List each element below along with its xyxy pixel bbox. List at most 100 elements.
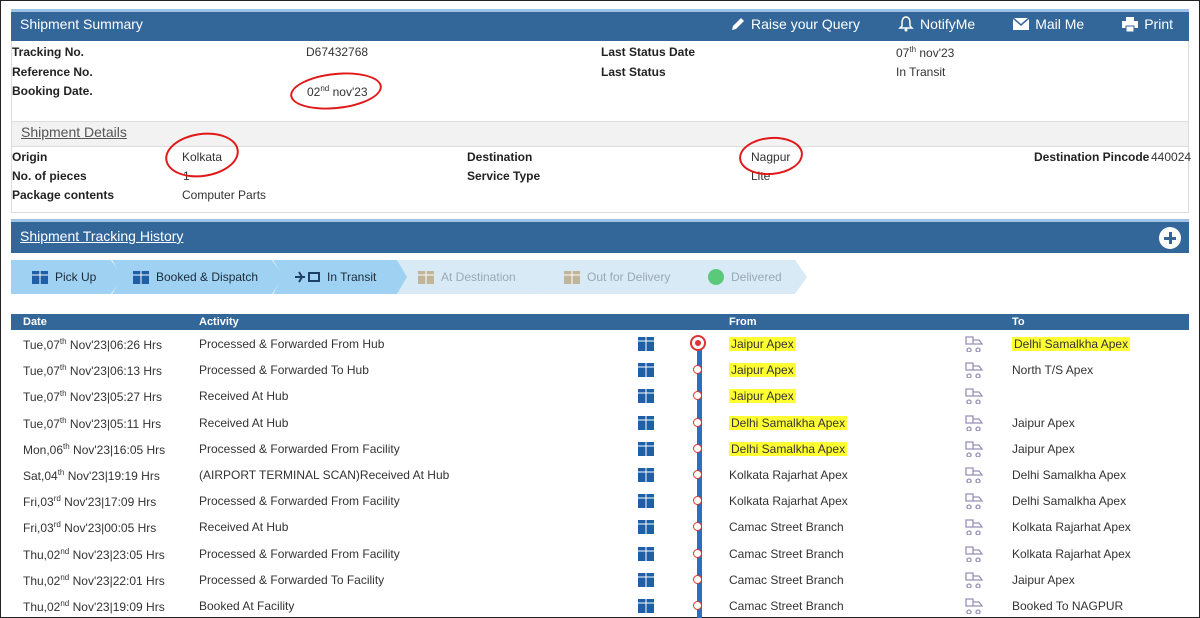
table-row: Thu,02nd Nov'23|19:09 Hrs Booked At Facil… xyxy=(11,592,1189,618)
col-date: Date xyxy=(23,316,47,328)
row-date: Sat,04th Nov'23|19:19 Hrs xyxy=(23,468,160,483)
step-pick-up: Pick Up xyxy=(11,260,123,294)
step-label: Booked & Dispatch xyxy=(156,270,259,284)
route-icon xyxy=(965,598,984,614)
route-icon xyxy=(965,388,984,405)
route-icon xyxy=(965,414,984,431)
row-from: Camac Street Branch xyxy=(729,599,844,613)
route-icon xyxy=(965,493,984,510)
row-to: Kolkata Rajarhat Apex xyxy=(1012,546,1131,561)
row-date: Tue,07th Nov'23|06:26 Hrs xyxy=(23,337,163,352)
package-icon xyxy=(638,389,654,404)
shipment-summary-header: Shipment Summary Raise your Query Notify… xyxy=(11,9,1189,41)
route-icon xyxy=(965,467,984,483)
row-to: Kolkata Rajarhat Apex xyxy=(1012,520,1131,535)
pencil-icon xyxy=(732,18,745,30)
step-label: In Transit xyxy=(327,270,377,284)
row-date: Mon,06th Nov'23|16:05 Hrs xyxy=(23,441,166,457)
row-to: Delhi Samalkha Apex xyxy=(1012,494,1127,509)
destination-label: Destination xyxy=(467,150,533,164)
timeline-dot xyxy=(693,470,702,479)
package-icon xyxy=(638,363,654,378)
package-icon xyxy=(638,546,654,561)
package-icon xyxy=(638,494,654,509)
row-activity: Processed & Forwarded To Facility xyxy=(199,572,385,587)
table-row: Fri,03rd Nov'23|17:09 Hrs Processed & For… xyxy=(11,487,1189,513)
row-to: Jaipur Apex xyxy=(1012,441,1075,456)
timeline-dot xyxy=(693,548,702,558)
route-icon xyxy=(965,362,984,379)
package-icon xyxy=(638,572,654,587)
pieces-label: No. of pieces xyxy=(12,169,87,183)
pincode-value: 440024 xyxy=(1151,150,1192,164)
truck-icon xyxy=(564,271,580,284)
summary-title: Shipment Summary xyxy=(20,16,143,32)
mail-icon xyxy=(1013,18,1030,30)
mail-me-label: Mail Me xyxy=(1035,16,1085,32)
expand-plus-icon[interactable] xyxy=(1159,227,1181,249)
step-out-for-delivery: Out for Delivery xyxy=(543,260,699,294)
row-from: Delhi Samalkha Apex xyxy=(729,441,848,456)
print-label: Print xyxy=(1144,16,1173,32)
last-status-date-value: 07th nov'23 xyxy=(896,45,955,60)
step-label: Delivered xyxy=(731,270,782,284)
row-to: North T/S Apex xyxy=(1012,363,1094,378)
row-from: Jaipur Apex xyxy=(729,363,796,378)
tracking-history-title[interactable]: Shipment Tracking History xyxy=(20,228,183,244)
contents-label: Package contents xyxy=(12,188,115,202)
row-date: Tue,07th Nov'23|05:27 Hrs xyxy=(23,389,163,405)
row-from: Delhi Samalkha Apex xyxy=(729,415,848,430)
timeline-dot xyxy=(690,335,706,351)
timeline-dot xyxy=(693,417,702,427)
print-button[interactable]: Print xyxy=(1122,16,1173,32)
box-icon xyxy=(133,271,149,284)
row-date: Fri,03rd Nov'23|17:09 Hrs xyxy=(23,494,157,510)
step-in-transit: In Transit xyxy=(273,260,409,294)
row-from: Jaipur Apex xyxy=(729,389,796,404)
package-icon xyxy=(638,415,654,430)
tracking-history-header: Shipment Tracking History xyxy=(11,219,1189,253)
step-delivered: Delivered xyxy=(687,260,807,294)
delivered-check-icon xyxy=(708,269,724,285)
notify-me-button[interactable]: NotifyMe xyxy=(898,16,975,32)
step-label: Out for Delivery xyxy=(587,270,671,284)
mail-me-button[interactable]: Mail Me xyxy=(1013,16,1084,32)
history-table-header: Date Activity From To xyxy=(11,314,1189,330)
col-to: To xyxy=(1012,316,1025,328)
table-row: Mon,06th Nov'23|16:05 Hrs Processed & For… xyxy=(11,435,1189,461)
origin-label: Origin xyxy=(12,150,48,164)
table-row: Tue,07th Nov'23|06:26 Hrs Processed & For… xyxy=(11,330,1189,356)
row-to: Delhi Samalkha Apex xyxy=(1012,468,1127,482)
contents-value: Computer Parts xyxy=(182,188,267,202)
col-activity: Activity xyxy=(199,316,239,328)
bell-icon xyxy=(898,16,914,32)
row-from: Kolkata Rajarhat Apex xyxy=(729,494,848,509)
timeline-dot xyxy=(693,496,702,506)
row-from: Camac Street Branch xyxy=(729,546,844,561)
package-icon xyxy=(638,520,654,535)
table-row: Fri,03rd Nov'23|00:05 Hrs Received At Hub… xyxy=(11,513,1189,539)
route-icon xyxy=(965,545,984,562)
row-to: Booked To NAGPUR xyxy=(1012,599,1124,613)
row-from: Camac Street Branch xyxy=(729,520,844,535)
timeline-dot xyxy=(693,365,702,375)
table-row: Sat,04th Nov'23|19:19 Hrs (AIRPORT TERMIN… xyxy=(11,461,1189,487)
shipment-details-link[interactable]: Shipment Details xyxy=(21,124,127,140)
reference-label: Reference No. xyxy=(12,65,93,79)
row-to: Jaipur Apex xyxy=(1012,415,1075,430)
step-at-destination: At Destination xyxy=(397,260,555,294)
timeline-dot xyxy=(693,443,702,453)
package-icon xyxy=(638,441,654,456)
summary-actions: Raise your Query NotifyMe Mail Me Print xyxy=(693,16,1173,32)
printer-icon xyxy=(1122,16,1139,32)
timeline-dot xyxy=(693,391,702,401)
row-activity: Received At Hub xyxy=(199,389,289,404)
route-icon xyxy=(965,572,984,588)
notify-me-label: NotifyMe xyxy=(919,16,976,32)
last-status-value: In Transit xyxy=(896,65,946,79)
row-from: Camac Street Branch xyxy=(729,572,844,587)
row-activity: Processed & Forwarded From Hub xyxy=(199,337,385,351)
tracking-label: Tracking No. xyxy=(12,45,85,59)
box-open-icon xyxy=(418,271,434,284)
raise-query-button[interactable]: Raise your Query xyxy=(731,16,860,32)
